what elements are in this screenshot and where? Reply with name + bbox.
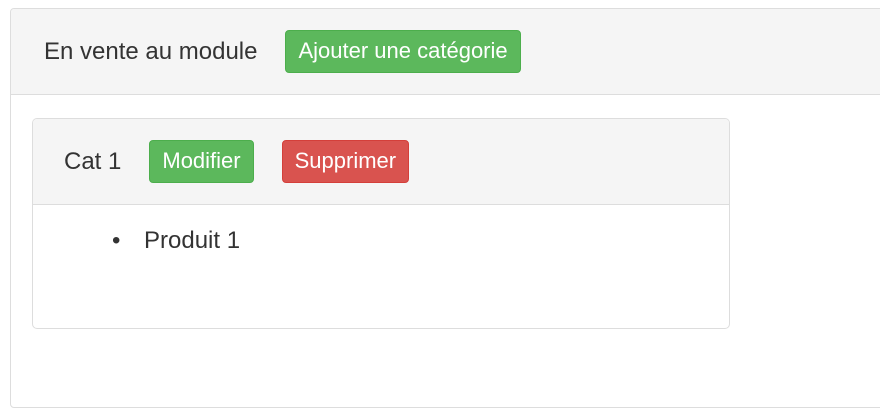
list-item: • Produit 1: [112, 227, 729, 256]
delete-category-button[interactable]: Supprimer: [281, 140, 410, 183]
category-panel: Cat 1 Modifier Supprimer • Produit 1: [32, 118, 730, 329]
product-list: • Produit 1: [33, 227, 729, 256]
module-panel-heading: En vente au module Ajouter une catégorie: [11, 9, 880, 95]
bullet-icon: •: [112, 227, 121, 254]
add-category-button[interactable]: Ajouter une catégorie: [285, 30, 521, 73]
category-panel-heading: Cat 1 Modifier Supprimer: [33, 119, 729, 205]
edit-category-button[interactable]: Modifier: [149, 140, 254, 183]
category-panel-body: • Produit 1: [33, 205, 729, 256]
product-name: Produit 1: [144, 227, 241, 254]
module-title: En vente au module: [44, 37, 258, 65]
category-title: Cat 1: [64, 147, 122, 175]
